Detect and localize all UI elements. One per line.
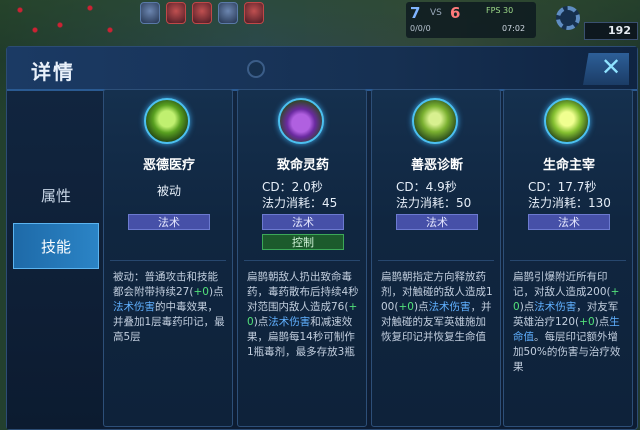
hero-portrait-icon: [192, 2, 212, 24]
minimap-markers: [0, 0, 130, 40]
emblem-icon: [247, 60, 265, 78]
skill-description: 扁鹊朝指定方向释放药剂，对触碰的敌人造成100(+0)点法术伤害，并对触碰的友军…: [381, 270, 493, 345]
details-dialog: 详情 ✕ 属性 技能 恶德医疗 被动 法术 被动：普通攻击和技能都会附带持续27…: [6, 46, 638, 430]
tag-magic: 法术: [396, 214, 478, 230]
skill-description: 被动：普通攻击和技能都会附带持续27(+0)点法术伤害的中毒效果，并叠加1层毒药…: [113, 270, 225, 345]
highlight-text: +0: [193, 286, 209, 298]
skill-mana-cost: 法力消耗：50: [396, 196, 472, 210]
skill-name: 恶德医疗: [142, 158, 195, 173]
score-panel: 7 VS 6 FPS 30 0/0/0 07:02: [406, 2, 536, 38]
card-divider: [378, 260, 494, 261]
dialog-title: 详情: [31, 60, 75, 84]
skill-type: 被动: [156, 184, 181, 198]
hero-portrait-icon: [166, 2, 186, 24]
tab-label: 属性: [40, 187, 71, 205]
description-text: 扁鹊朝敌人扔出致命毒药，毒药散布后持续4秒对范围内敌人造成76(: [247, 271, 359, 313]
gold-amount: 192: [608, 24, 631, 37]
highlight-text: +0: [398, 301, 414, 313]
highlight-text: 法术伤害: [428, 301, 471, 313]
card-divider: [110, 260, 226, 261]
skill-cooldown: CD：4.9秒: [396, 180, 457, 194]
score-blue: 7: [410, 4, 421, 22]
skill-name: 致命灵药: [276, 158, 329, 173]
score-vs: VS: [430, 8, 442, 18]
skill-card-ultimate: 生命主宰 CD：17.7秒 法力消耗：130 法术 扁鹊引爆附近所有印记，对敌人…: [503, 89, 633, 427]
tab-label: 技能: [40, 238, 71, 256]
tag-magic: 法术: [128, 214, 210, 230]
skill-description: 扁鹊朝敌人扔出致命毒药，毒药散布后持续4秒对范围内敌人造成76(+0)点法术伤害…: [247, 270, 359, 360]
tab-skills[interactable]: 技能: [13, 223, 99, 269]
highlight-text: 法术伤害: [534, 301, 577, 313]
poison-potion-icon: [278, 98, 324, 144]
skill-card-passive: 恶德医疗 被动 法术 被动：普通攻击和技能都会附带持续27(+0)点法术伤害的中…: [103, 89, 233, 427]
skill-name: 善恶诊断: [410, 158, 463, 173]
description-text: )点: [253, 316, 269, 328]
description-text: )点: [208, 286, 224, 298]
description-text: 扁鹊引爆附近所有印记，对敌人造成200(: [513, 271, 611, 298]
description-text: )点: [519, 301, 535, 313]
skill-name: 生命主宰: [542, 158, 595, 173]
tab-attributes[interactable]: 属性: [13, 173, 99, 219]
good-evil-diagnosis-icon: [412, 98, 458, 144]
sidebar: 属性 技能: [7, 93, 103, 429]
tag-magic: 法术: [262, 214, 344, 230]
skill-card-1: 致命灵药 CD：2.0秒 法力消耗：45 法术 控制 扁鹊朝敌人扔出致命毒药，毒…: [237, 89, 367, 427]
hero-portrait-icon: [218, 2, 238, 24]
fps-readout: FPS 30: [486, 6, 514, 15]
hero-portrait-icon: [140, 2, 160, 24]
skill-mana-cost: 法力消耗：45: [262, 196, 338, 210]
close-icon[interactable]: ✕: [601, 53, 621, 81]
kda-readout: 0/0/0: [410, 24, 431, 33]
match-time: 07:02: [502, 24, 526, 33]
skill-mana-cost: 法力消耗：130: [528, 196, 611, 210]
skill-description: 扁鹊引爆附近所有印记，对敌人造成200(+0)点法术伤害，对友军英雄治疗120(…: [513, 270, 625, 375]
tag-magic: 法术: [528, 214, 610, 230]
gold-counter: 192: [584, 22, 638, 40]
gear-icon[interactable]: [556, 6, 580, 30]
highlight-text: 法术伤害: [268, 316, 311, 328]
healing-staff-icon: [144, 98, 190, 144]
close-button[interactable]: ✕: [583, 53, 629, 85]
description-text: )点: [413, 301, 429, 313]
tag-control: 控制: [262, 234, 344, 250]
hero-portrait-icon: [244, 2, 264, 24]
highlight-text: +0: [579, 316, 595, 328]
description-text: )点: [594, 316, 610, 328]
highlight-text: 法术伤害: [113, 301, 155, 313]
skill-cooldown: CD：17.7秒: [528, 180, 597, 194]
score-red: 6: [450, 4, 461, 22]
skill-cooldown: CD：2.0秒: [262, 180, 323, 194]
skill-card-2: 善恶诊断 CD：4.9秒 法力消耗：50 法术 扁鹊朝指定方向释放药剂，对触碰的…: [371, 89, 501, 427]
hud-top-bar: 7 VS 6 FPS 30 0/0/0 07:02 192: [0, 0, 640, 42]
life-master-icon: [544, 98, 590, 144]
card-divider: [244, 260, 360, 261]
dialog-header: 详情 ✕: [7, 47, 637, 91]
card-divider: [510, 260, 626, 261]
